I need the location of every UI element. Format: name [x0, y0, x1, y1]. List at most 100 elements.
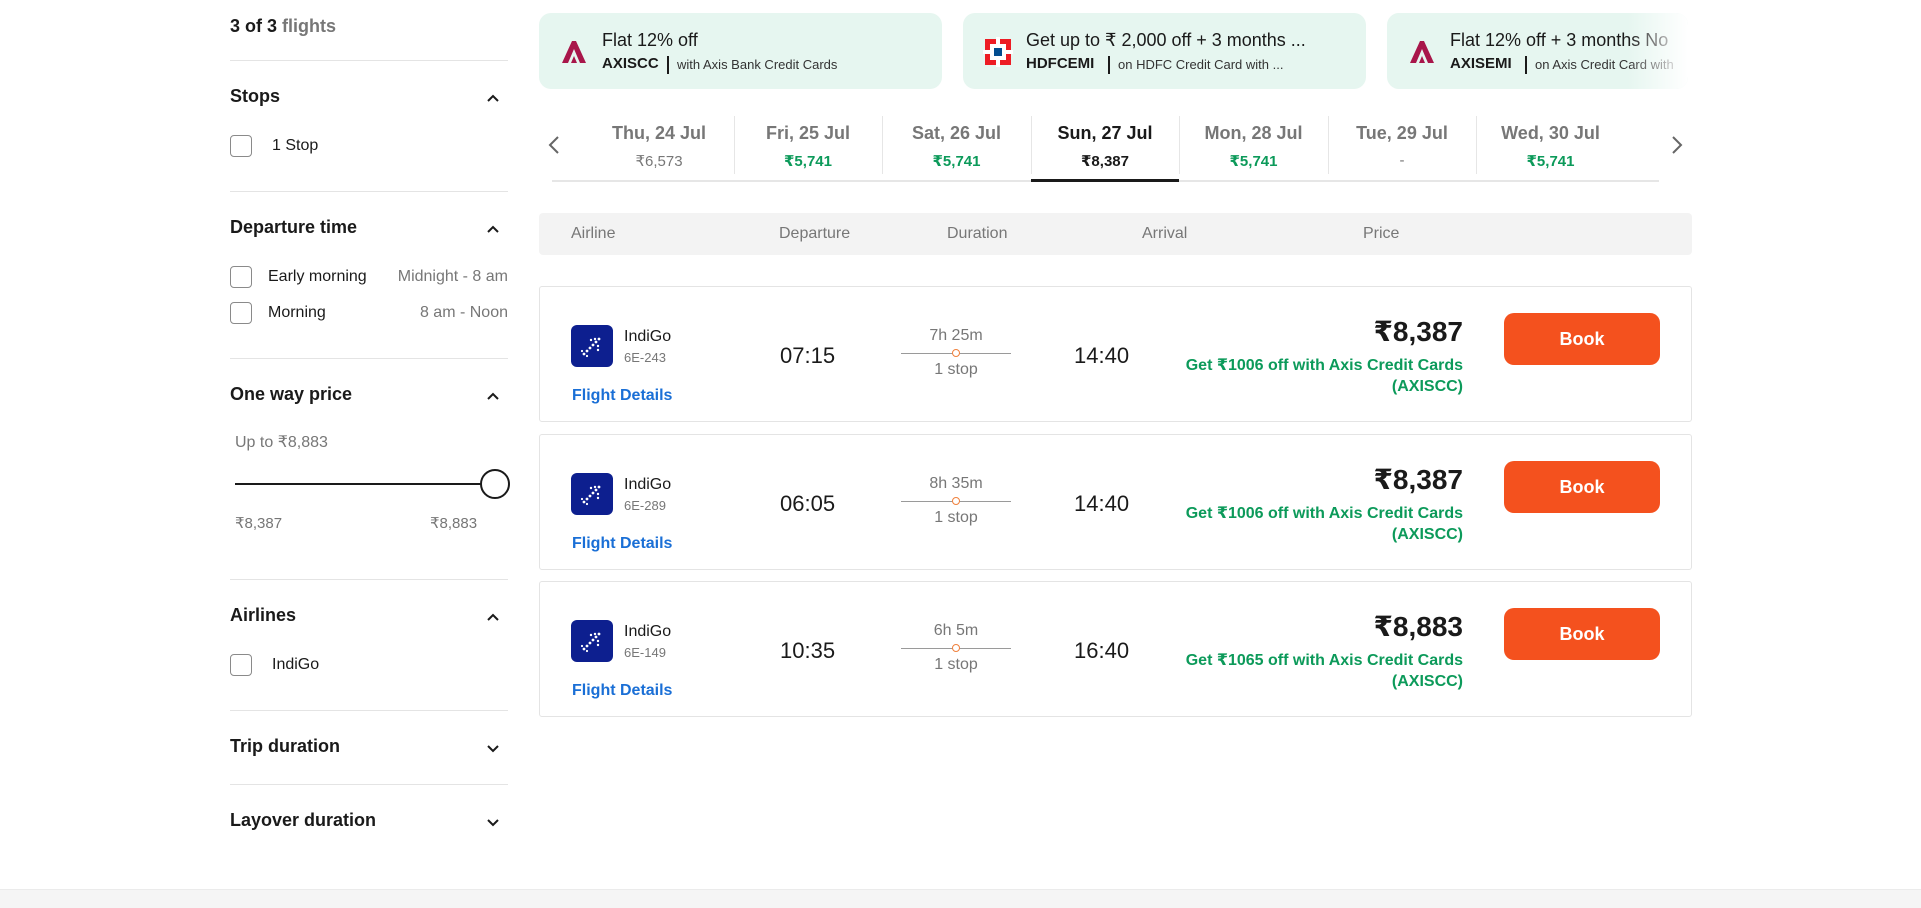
card-offer-note: Get ₹1006 off with Axis Credit Cards (AX… — [1185, 357, 1463, 395]
divider — [1525, 56, 1527, 74]
divider — [667, 56, 669, 74]
divider — [230, 579, 508, 580]
flight-details-link[interactable]: Flight Details — [572, 682, 672, 700]
date-option[interactable]: Sat, 26 Jul ₹5,741 — [882, 116, 1030, 174]
offer-card-axiscc[interactable]: Flat 12% off AXISCC with Axis Bank Credi… — [539, 13, 942, 89]
date-option[interactable]: Mon, 28 Jul ₹5,741 — [1179, 116, 1327, 174]
airline-option-label: IndiGo — [272, 656, 320, 673]
header-arrival[interactable]: Arrival — [1142, 225, 1187, 243]
results-count-label: flights — [282, 16, 337, 36]
price-min: ₹8,387 — [235, 515, 283, 532]
stop-option-1[interactable]: 1 Stop — [230, 133, 508, 159]
date-price: ₹6,573 — [635, 153, 683, 170]
divider — [230, 710, 508, 711]
date-price: - — [1399, 152, 1405, 169]
card-offer-note: Get ₹1065 off with Axis Credit Cards (AX… — [1185, 652, 1463, 690]
date-day: Sat, 26 Jul — [911, 123, 1002, 143]
checkbox[interactable] — [230, 302, 252, 324]
departure-time: 10:35 — [780, 638, 836, 663]
offer-card-axisemi[interactable]: Flat 12% off + 3 months No AXISEMI on Ax… — [1387, 13, 1688, 89]
axis-bank-icon — [562, 41, 586, 63]
divider — [230, 784, 508, 785]
date-price: ₹5,741 — [1526, 153, 1575, 170]
offer-code: AXISCC — [602, 55, 659, 72]
chevron-up-icon[interactable] — [484, 608, 502, 626]
flight-card: IndiGo 6E-149 Flight Details 10:35 6h 5m 1 st… — [539, 581, 1692, 717]
date-option[interactable]: Thu, 24 Jul ₹6,573 — [585, 116, 733, 174]
date-option[interactable]: Tue, 29 Jul - — [1327, 116, 1476, 174]
chevron-left-icon[interactable] — [541, 131, 569, 159]
date-option[interactable]: Sun, 27 Jul ₹8,387 — [1030, 116, 1179, 174]
divider — [230, 60, 508, 61]
book-button[interactable]: Book — [1504, 608, 1660, 660]
book-button[interactable]: Book — [1504, 461, 1660, 513]
flight-details-link[interactable]: Flight Details — [572, 535, 672, 553]
arrival-time: 14:40 — [1074, 491, 1130, 516]
offer-card-hdfcemi[interactable]: Get up to ₹ 2,000 off + 3 months ... HDF… — [963, 13, 1366, 89]
flight-number: 6E-149 — [624, 645, 666, 660]
date-price: ₹5,741 — [784, 153, 832, 170]
stops-count: 1 stop — [934, 509, 978, 526]
results-count-number: 3 of 3 — [230, 16, 278, 36]
results-table-header: Airline Departure Duration Arrival Price — [539, 213, 1692, 255]
chevron-up-icon[interactable] — [484, 387, 502, 405]
offer-code: AXISEMI — [1450, 55, 1512, 72]
chevron-right-icon[interactable] — [1662, 131, 1690, 159]
flight-card: IndiGo 6E-289 Flight Details 06:05 8h 35m 1 s… — [539, 434, 1692, 570]
price-slider-track[interactable] — [235, 483, 495, 485]
price-slider-thumb[interactable] — [480, 469, 510, 499]
departure-option-range: Midnight - 8 am — [397, 268, 508, 285]
stop-option-label: 1 Stop — [272, 137, 319, 154]
departure-time: 06:05 — [780, 491, 836, 516]
trip-duration-filter-title[interactable]: Trip duration — [230, 736, 340, 757]
date-day: Tue, 29 Jul — [1356, 123, 1448, 143]
offer-description: on HDFC Credit Card with ... — [1118, 57, 1284, 72]
chevron-down-icon[interactable] — [484, 813, 502, 831]
departure-time-filter-title[interactable]: Departure time — [230, 217, 357, 238]
header-departure[interactable]: Departure — [779, 225, 850, 243]
checkbox[interactable] — [230, 135, 252, 157]
airline-name: IndiGo — [624, 476, 672, 493]
arrival-time: 14:40 — [1074, 343, 1130, 368]
airline-name: IndiGo — [624, 623, 672, 640]
chevron-up-icon[interactable] — [484, 220, 502, 238]
chevron-down-icon[interactable] — [484, 739, 502, 757]
departure-option-early-morning[interactable]: Early morning Midnight - 8 am — [230, 264, 508, 290]
date-price: ₹5,741 — [932, 153, 981, 170]
price-filter-title[interactable]: One way price — [230, 384, 352, 405]
flight-duration: 8h 35m — [929, 475, 983, 492]
divider — [230, 358, 508, 359]
book-button[interactable]: Book — [1504, 313, 1660, 365]
flight-details-link[interactable]: Flight Details — [572, 387, 672, 405]
divider — [1108, 56, 1110, 74]
flight-card: IndiGo 6E-243 Flight Details 07:15 7h 25m 1 s… — [539, 286, 1692, 422]
header-airline[interactable]: Airline — [571, 225, 615, 243]
chevron-up-icon[interactable] — [484, 89, 502, 107]
indigo-logo-icon — [571, 473, 613, 515]
departure-option-morning[interactable]: Morning 8 am - Noon — [230, 300, 508, 326]
results-count: 3 of 3 flights — [230, 16, 336, 37]
divider — [230, 191, 508, 192]
flight-duration: 7h 25m — [929, 327, 983, 344]
header-duration[interactable]: Duration — [947, 225, 1007, 243]
stop-dot-icon — [952, 497, 960, 505]
stops-filter-title[interactable]: Stops — [230, 86, 280, 107]
offer-title: Get up to ₹ 2,000 off + 3 months ... — [1026, 30, 1306, 50]
airline-option-indigo[interactable]: IndiGo — [230, 652, 508, 678]
departure-option-range: 8 am - Noon — [419, 304, 508, 321]
date-active-indicator — [1030, 179, 1179, 182]
date-option[interactable]: Fri, 25 Jul ₹5,741 — [733, 116, 882, 174]
date-day: Mon, 28 Jul — [1204, 123, 1303, 143]
airlines-filter-title[interactable]: Airlines — [230, 605, 296, 626]
stop-dot-icon — [952, 349, 960, 357]
checkbox[interactable] — [230, 654, 252, 676]
layover-duration-filter-title[interactable]: Layover duration — [230, 810, 376, 831]
header-price[interactable]: Price — [1363, 225, 1399, 243]
hdfc-bank-icon — [983, 37, 1013, 67]
departure-time: 07:15 — [780, 343, 836, 368]
checkbox[interactable] — [230, 266, 252, 288]
stop-dot-icon — [952, 644, 960, 652]
offer-code: HDFCEMI — [1026, 55, 1095, 72]
date-option[interactable]: Wed, 30 Jul ₹5,741 — [1476, 116, 1624, 174]
date-day: Fri, 25 Jul — [765, 123, 851, 143]
